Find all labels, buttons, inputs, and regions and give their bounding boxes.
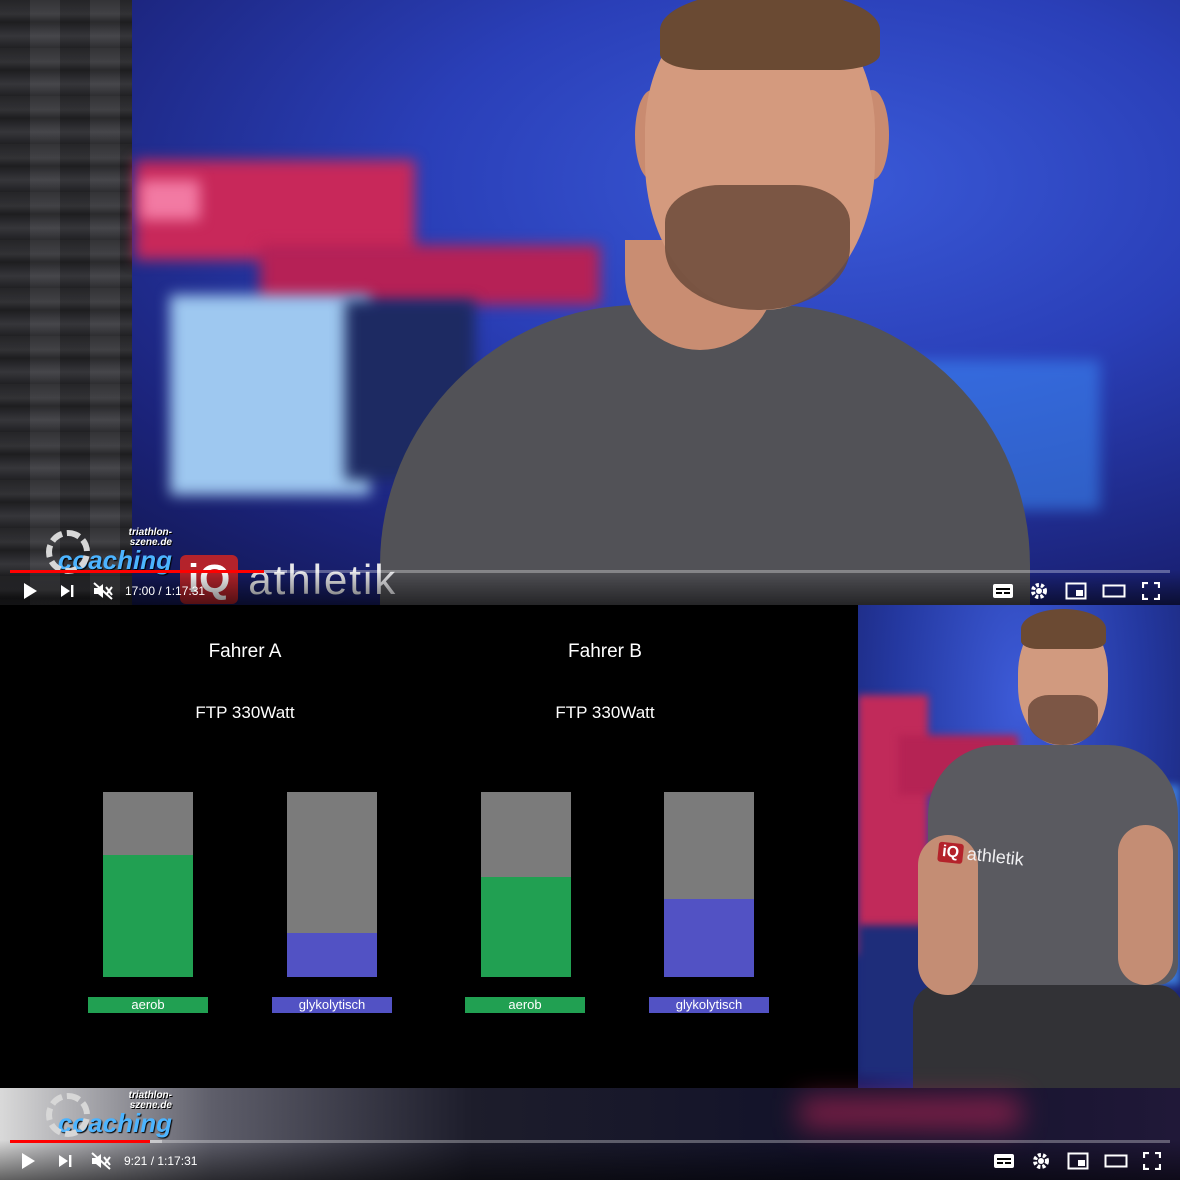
channel-logo: triathlon- szene.de coaching xyxy=(46,1091,172,1137)
video-frame-studio: iQ athletik xyxy=(0,0,1180,605)
energy-bar xyxy=(103,792,193,977)
channel-logo: triathlon- szene.de coaching xyxy=(46,528,172,574)
settings-button[interactable] xyxy=(1026,1145,1056,1177)
settings-button[interactable] xyxy=(1024,575,1054,605)
time-separator: / xyxy=(155,584,166,598)
driver-ftp: FTP 330Watt xyxy=(555,703,655,722)
set-backdrop xyxy=(140,180,200,220)
mute-icon xyxy=(93,582,113,600)
duration: 1:17:31 xyxy=(165,584,206,598)
mute-button[interactable] xyxy=(88,575,118,605)
player-controls: 9:21 / 1:17:31 xyxy=(0,1140,1180,1180)
theater-icon xyxy=(1104,1154,1128,1168)
presenter xyxy=(380,0,1030,605)
progress-played xyxy=(10,570,265,573)
fullscreen-button[interactable] xyxy=(1136,575,1166,605)
energy-bar xyxy=(664,792,754,977)
presenter-hair xyxy=(660,0,880,70)
presenter-side xyxy=(888,605,1180,1088)
energy-bar-label: aerob xyxy=(88,997,208,1013)
theater-button[interactable] xyxy=(1100,1145,1132,1177)
next-icon xyxy=(59,1155,72,1167)
shirt-logo-iq: iQ xyxy=(937,841,965,864)
theater-button[interactable] xyxy=(1098,575,1130,605)
video-player-bottom[interactable]: Fahrer A FTP 330Watt Fahrer B FTP 330Wat… xyxy=(0,605,1180,1180)
fullscreen-icon xyxy=(1143,1152,1161,1170)
side-camera-feed: iQ athletik xyxy=(858,605,1180,1088)
duration: 1:17:31 xyxy=(157,1154,198,1168)
play-icon xyxy=(22,1153,35,1169)
presenter-shirt xyxy=(380,305,1030,605)
progress-played xyxy=(10,1140,151,1143)
presenter-arm xyxy=(1118,825,1173,985)
energy-bar-label: glykolytisch xyxy=(649,997,769,1013)
presentation-slide: Fahrer A FTP 330Watt Fahrer B FTP 330Wat… xyxy=(0,605,858,1088)
miniplayer-icon xyxy=(1065,582,1087,600)
progress-bar[interactable] xyxy=(10,1140,1170,1143)
current-time: 9:21 xyxy=(124,1154,148,1168)
energy-bar-fill xyxy=(481,877,571,977)
set-backdrop xyxy=(170,295,370,495)
driver-name: Fahrer A xyxy=(208,641,282,662)
subtitles-icon xyxy=(994,1154,1014,1168)
subtitles-button[interactable] xyxy=(988,575,1018,605)
energy-bar-fill xyxy=(103,854,193,977)
mute-icon xyxy=(91,1152,111,1170)
video-player-top[interactable]: iQ athletik triathlon- szene.de coaching… xyxy=(0,0,1180,605)
time-display: 9:21 / 1:17:31 xyxy=(124,1145,197,1177)
miniplayer-button[interactable] xyxy=(1060,575,1092,605)
energy-bar-fill xyxy=(287,932,377,977)
next-button[interactable] xyxy=(52,575,82,605)
theater-icon xyxy=(1102,584,1126,598)
player-controls: 17:00 / 1:17:31 xyxy=(0,570,1180,605)
fullscreen-icon xyxy=(1142,582,1160,600)
next-button[interactable] xyxy=(50,1145,80,1177)
subtitles-icon xyxy=(993,584,1013,598)
next-icon xyxy=(61,585,74,597)
mute-button[interactable] xyxy=(86,1145,116,1177)
driver-name: Fahrer B xyxy=(568,641,642,662)
miniplayer-button[interactable] xyxy=(1062,1145,1094,1177)
presenter-hair xyxy=(1021,609,1106,649)
play-button[interactable] xyxy=(12,1145,44,1177)
energy-bar-fill xyxy=(664,899,754,977)
settings-icon xyxy=(1031,583,1047,599)
presenter-beard xyxy=(1028,695,1098,745)
time-separator: / xyxy=(147,1154,158,1168)
energy-bar-label: aerob xyxy=(465,997,585,1013)
progress-bar[interactable] xyxy=(10,570,1170,573)
energy-bar xyxy=(287,792,377,977)
energy-bar-label: glykolytisch xyxy=(272,997,392,1013)
gear-icon xyxy=(46,1093,90,1137)
presenter-beard xyxy=(665,185,850,310)
miniplayer-icon xyxy=(1067,1152,1089,1170)
fullscreen-button[interactable] xyxy=(1137,1145,1167,1177)
energy-bar xyxy=(481,792,571,977)
play-icon xyxy=(24,583,37,599)
settings-icon xyxy=(1033,1153,1049,1169)
play-button[interactable] xyxy=(14,575,46,605)
current-time: 17:00 xyxy=(125,584,156,598)
driver-ftp: FTP 330Watt xyxy=(195,703,295,722)
gear-icon xyxy=(46,530,90,574)
presenter-legs xyxy=(913,985,1180,1088)
stone-wall xyxy=(0,0,132,605)
time-display: 17:00 / 1:17:31 xyxy=(125,575,205,605)
subtitles-button[interactable] xyxy=(989,1145,1019,1177)
